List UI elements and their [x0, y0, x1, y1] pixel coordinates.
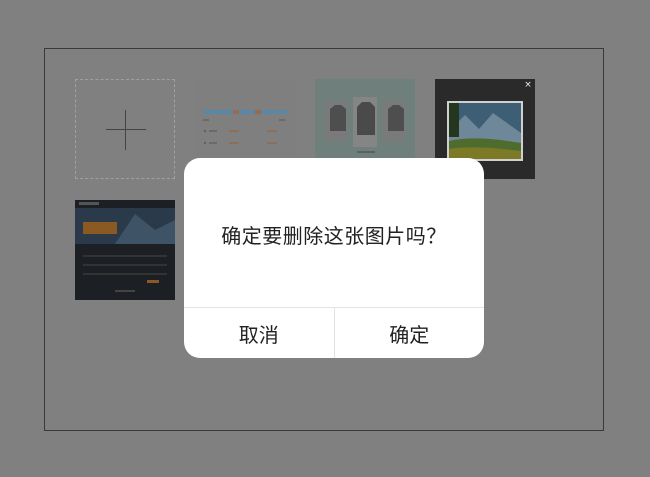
cancel-button[interactable]: 取消 — [184, 308, 334, 358]
confirm-delete-dialog: 确定要删除这张图片吗？ 取消 确定 — [184, 158, 484, 358]
confirm-button[interactable]: 确定 — [333, 308, 485, 358]
dialog-message: 确定要删除这张图片吗？ — [221, 224, 447, 248]
dialog-footer: 取消 确定 — [184, 307, 484, 358]
